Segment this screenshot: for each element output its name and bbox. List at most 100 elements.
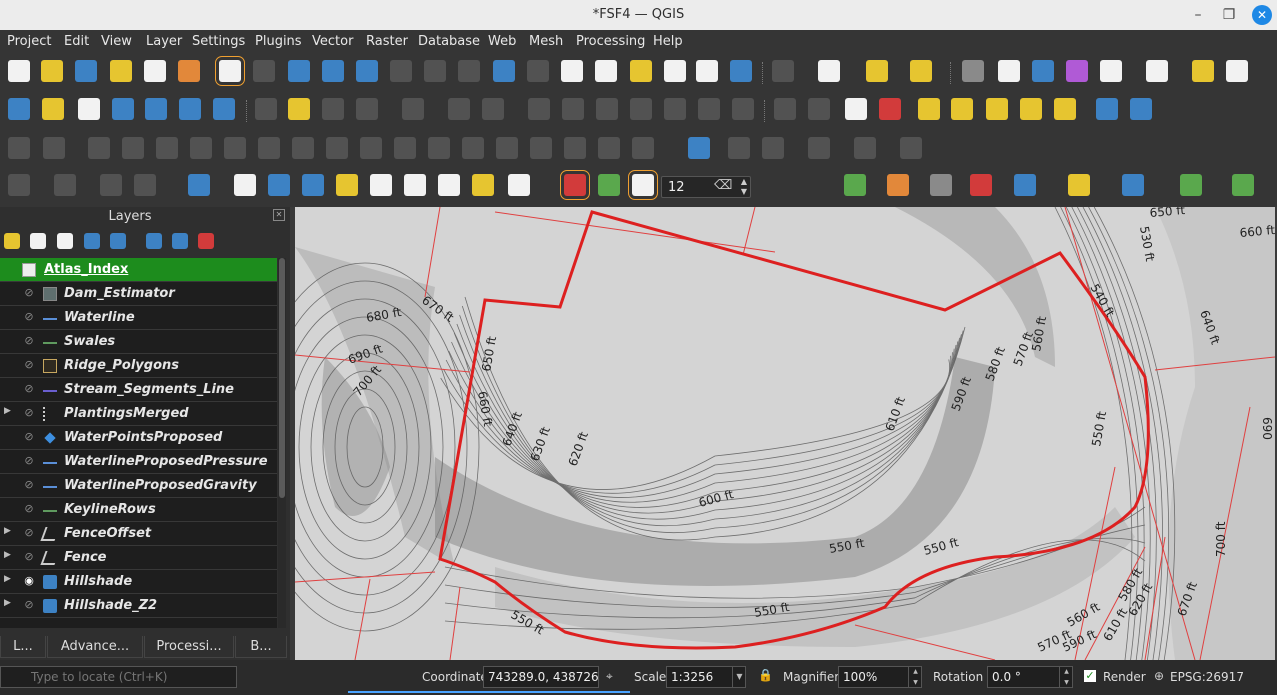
- rectangle-digitize-icon[interactable]: [854, 137, 876, 159]
- current-edits-icon[interactable]: [255, 98, 277, 120]
- add-part-icon[interactable]: [190, 137, 212, 159]
- layer-row-plantingsmerged[interactable]: ▶ ⊘ PlantingsMerged: [0, 402, 277, 426]
- web-search-icon[interactable]: [1130, 98, 1152, 120]
- hidden-eye-icon[interactable]: ⊘: [22, 334, 36, 348]
- polygon-digitize-icon[interactable]: [900, 137, 922, 159]
- rotate-point-symbols-icon[interactable]: [530, 137, 552, 159]
- histogram-stretch-icon[interactable]: [134, 174, 156, 196]
- select-features-icon[interactable]: [866, 60, 888, 82]
- highlight-pinned-labels-icon[interactable]: [879, 98, 901, 120]
- menu-database[interactable]: Database: [418, 34, 480, 49]
- layer-labeling-icon[interactable]: [845, 98, 867, 120]
- plugin-tools-icon[interactable]: [1180, 174, 1202, 196]
- scrollbar-thumb[interactable]: [279, 258, 285, 498]
- menu-plugins[interactable]: Plugins: [255, 34, 302, 49]
- layer-row-waterpointsproposed[interactable]: ⊘ WaterPointsProposed: [0, 426, 277, 450]
- refresh-layer-icon[interactable]: [844, 174, 866, 196]
- order-by-icon[interactable]: [930, 174, 952, 196]
- offset-curve-icon[interactable]: [360, 137, 382, 159]
- new-map-view-icon[interactable]: [561, 60, 583, 82]
- zoom-full-icon[interactable]: [356, 60, 378, 82]
- snapping-magnet-icon[interactable]: [560, 170, 590, 200]
- marker-annotation-icon[interactable]: [336, 174, 358, 196]
- snapping-type-icon[interactable]: [628, 170, 658, 200]
- diagram-options-icon[interactable]: [808, 98, 830, 120]
- layer-row-atlas-index[interactable]: Atlas_Index: [0, 258, 277, 282]
- statistical-summary-icon[interactable]: [1066, 60, 1088, 82]
- pan-map-icon[interactable]: [215, 56, 245, 86]
- collapse-all-icon[interactable]: [172, 233, 188, 249]
- merge-attributes-icon[interactable]: [496, 137, 518, 159]
- rotate-feature-icon[interactable]: [88, 137, 110, 159]
- html-annotation-icon[interactable]: [404, 174, 426, 196]
- slider-icon[interactable]: [1014, 174, 1036, 196]
- hidden-eye-icon[interactable]: ⊘: [22, 454, 36, 468]
- hidden-eye-icon[interactable]: ⊘: [22, 550, 36, 564]
- ellipse-digitize-icon[interactable]: [808, 137, 830, 159]
- filter-by-expression-icon[interactable]: [110, 233, 126, 249]
- new-3d-view-icon[interactable]: [595, 60, 617, 82]
- zoom-to-selection-icon[interactable]: [390, 60, 412, 82]
- add-ring-icon[interactable]: [156, 137, 178, 159]
- python-console-icon[interactable]: [1068, 174, 1090, 196]
- layout-manager-icon[interactable]: [144, 60, 166, 82]
- layer-row-waterline[interactable]: ⊘ Waterline: [0, 306, 277, 330]
- snapping-tolerance-input[interactable]: 12 ⌫ ▲ ▼: [661, 176, 751, 198]
- hidden-eye-icon[interactable]: ⊘: [22, 382, 36, 396]
- open-attribute-table-icon[interactable]: [818, 60, 840, 82]
- reverse-line-icon[interactable]: [598, 137, 620, 159]
- open-project-icon[interactable]: [41, 60, 63, 82]
- processing-toolbox-icon[interactable]: [1032, 60, 1054, 82]
- redo-icon[interactable]: [698, 98, 720, 120]
- hidden-eye-icon[interactable]: ⊘: [22, 526, 36, 540]
- attribute-table-icon[interactable]: [1100, 60, 1122, 82]
- delete-part-icon[interactable]: [292, 137, 314, 159]
- zoom-last-icon[interactable]: [493, 60, 515, 82]
- new-geopackage-layer-icon[interactable]: [42, 98, 64, 120]
- tab-advanced-digitizing[interactable]: Advance...: [47, 636, 143, 658]
- text-annotation-box-icon[interactable]: [438, 174, 460, 196]
- menu-raster[interactable]: Raster: [366, 34, 408, 49]
- zoom-out-icon[interactable]: [322, 60, 344, 82]
- add-vector-layer-icon[interactable]: [112, 98, 134, 120]
- menu-edit[interactable]: Edit: [64, 34, 89, 49]
- delete-selected-icon[interactable]: [528, 98, 550, 120]
- menu-layer[interactable]: Layer: [146, 34, 182, 49]
- hidden-eye-icon[interactable]: ⊘: [22, 598, 36, 612]
- lock-scale-icon[interactable]: 🔒: [758, 668, 773, 682]
- new-bookmark-icon[interactable]: [630, 60, 652, 82]
- identify-icon[interactable]: [962, 60, 984, 82]
- merge-features-icon[interactable]: [462, 137, 484, 159]
- add-group-icon[interactable]: [30, 233, 46, 249]
- new-print-layout-icon[interactable]: [110, 60, 132, 82]
- field-calculator-icon[interactable]: [998, 60, 1020, 82]
- layer-row-swales[interactable]: ⊘ Swales: [0, 330, 277, 354]
- menu-web[interactable]: Web: [488, 34, 516, 49]
- open-layer-styling-icon[interactable]: [4, 233, 20, 249]
- hidden-eye-icon[interactable]: ⊘: [22, 430, 36, 444]
- menu-view[interactable]: View: [101, 34, 132, 49]
- expand-arrow-icon[interactable]: ▶: [4, 406, 11, 416]
- polygon-annotation-icon[interactable]: [268, 174, 290, 196]
- form-annotation-icon[interactable]: [508, 174, 530, 196]
- georeferencer-icon[interactable]: [8, 174, 30, 196]
- toggle-extents-icon[interactable]: ⌖: [606, 669, 613, 684]
- rotate-label-icon[interactable]: [1020, 98, 1042, 120]
- move-feature-icon[interactable]: [43, 137, 65, 159]
- temporal-controller-icon[interactable]: [696, 60, 718, 82]
- minimize-button[interactable]: –: [1188, 5, 1208, 25]
- select-by-location-icon[interactable]: [910, 60, 932, 82]
- clear-tolerance-icon[interactable]: ⌫: [714, 178, 732, 193]
- map-tips-icon[interactable]: [1192, 60, 1214, 82]
- line-annotation-icon[interactable]: [302, 174, 324, 196]
- render-checkbox[interactable]: ✓: [1084, 670, 1096, 682]
- align-rasters-icon[interactable]: [100, 174, 122, 196]
- locator-zoom-icon[interactable]: [1226, 60, 1248, 82]
- zoom-in-icon[interactable]: [288, 60, 310, 82]
- menu-mesh[interactable]: Mesh: [529, 34, 563, 49]
- raster-calculator-icon[interactable]: [54, 174, 76, 196]
- tab-browser[interactable]: B...: [235, 636, 287, 658]
- manage-visibility-icon[interactable]: [57, 233, 73, 249]
- hidden-eye-icon[interactable]: ⊘: [22, 478, 36, 492]
- trim-extend-icon[interactable]: [632, 137, 654, 159]
